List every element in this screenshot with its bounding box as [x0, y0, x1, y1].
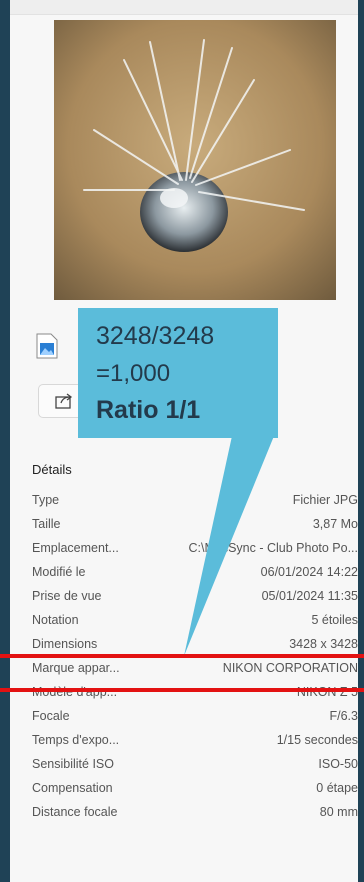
detail-row-focal-length: Distance focale 80 mm: [32, 800, 364, 824]
detail-label: Dimensions: [32, 637, 98, 651]
detail-label: Prise de vue: [32, 589, 102, 603]
detail-label: Type: [32, 493, 60, 507]
image-file-icon: [36, 333, 58, 359]
detail-row-iso: Sensibilité ISO ISO-50: [32, 752, 364, 776]
detail-row-date-taken: Prise de vue 05/01/2024 11:35: [32, 584, 364, 608]
detail-value: 5 étoiles: [311, 613, 358, 627]
detail-label: Sensibilité ISO: [32, 757, 114, 771]
detail-value: 3428 x 3428: [289, 637, 358, 651]
detail-label: Notation: [32, 613, 79, 627]
detail-label: Temps d'expo...: [32, 733, 120, 747]
detail-label: Compensation: [32, 781, 113, 795]
detail-value: 80 mm: [319, 805, 358, 819]
detail-row-rating: Notation 5 étoiles: [32, 608, 364, 632]
detail-label: Emplacement...: [32, 541, 119, 555]
detail-label: Modèle d'app...: [32, 685, 118, 699]
detail-value: F/6.3: [329, 709, 359, 723]
detail-row-camera-maker: Marque appar... NIKON CORPORATION: [32, 656, 364, 680]
detail-value: NIKON CORPORATION: [222, 661, 358, 675]
detail-value[interactable]: C:\MesSync - Club Photo Po...: [188, 536, 358, 560]
file-details-panel: Détails Type Fichier JPG Taille 3,87 Mo …: [10, 0, 358, 882]
detail-label: Focale: [32, 709, 70, 723]
detail-row-camera-model: Modèle d'app... NIKON Z 5: [32, 680, 364, 704]
details-section-title: Détails: [32, 462, 72, 477]
detail-value: 06/01/2024 14:22: [260, 565, 358, 579]
detail-row-modified: Modifié le 06/01/2024 14:22: [32, 560, 364, 584]
detail-label: Modifié le: [32, 565, 86, 579]
detail-value: 1/15 secondes: [276, 733, 358, 747]
detail-value: Fichier JPG: [292, 493, 358, 507]
detail-label: Taille: [32, 517, 61, 531]
detail-row-dimensions: Dimensions 3428 x 3428: [32, 632, 364, 656]
detail-row-location[interactable]: Emplacement... C:\MesSync - Club Photo P…: [32, 536, 364, 560]
highlight-line-top: [0, 654, 364, 658]
detail-row-exposure: Temps d'expo... 1/15 secondes: [32, 728, 364, 752]
callout-calculation: 3248/3248: [96, 322, 215, 350]
detail-label: Distance focale: [32, 805, 118, 819]
panel-top-bar: [10, 0, 358, 15]
callout-result: =1,000: [96, 360, 171, 387]
detail-value: 0 étape: [316, 781, 358, 795]
detail-row-type: Type Fichier JPG: [32, 488, 364, 512]
detail-value: 05/01/2024 11:35: [261, 589, 358, 603]
detail-value: ISO-50: [318, 757, 358, 771]
image-preview: [54, 20, 336, 300]
annotation-callout: 3248/3248 =1,000 Ratio 1/1: [78, 308, 278, 438]
detail-value: 3,87 Mo: [312, 517, 358, 531]
share-icon: [55, 393, 73, 409]
detail-row-compensation: Compensation 0 étape: [32, 776, 364, 800]
detail-value: NIKON Z 5: [296, 685, 358, 699]
callout-ratio: Ratio 1/1: [96, 396, 201, 424]
detail-row-aperture: Focale F/6.3: [32, 704, 364, 728]
highlight-line-bottom: [0, 688, 364, 692]
window-frame-left: [0, 0, 10, 882]
detail-row-size: Taille 3,87 Mo: [32, 512, 364, 536]
detail-label: Marque appar...: [32, 661, 120, 675]
